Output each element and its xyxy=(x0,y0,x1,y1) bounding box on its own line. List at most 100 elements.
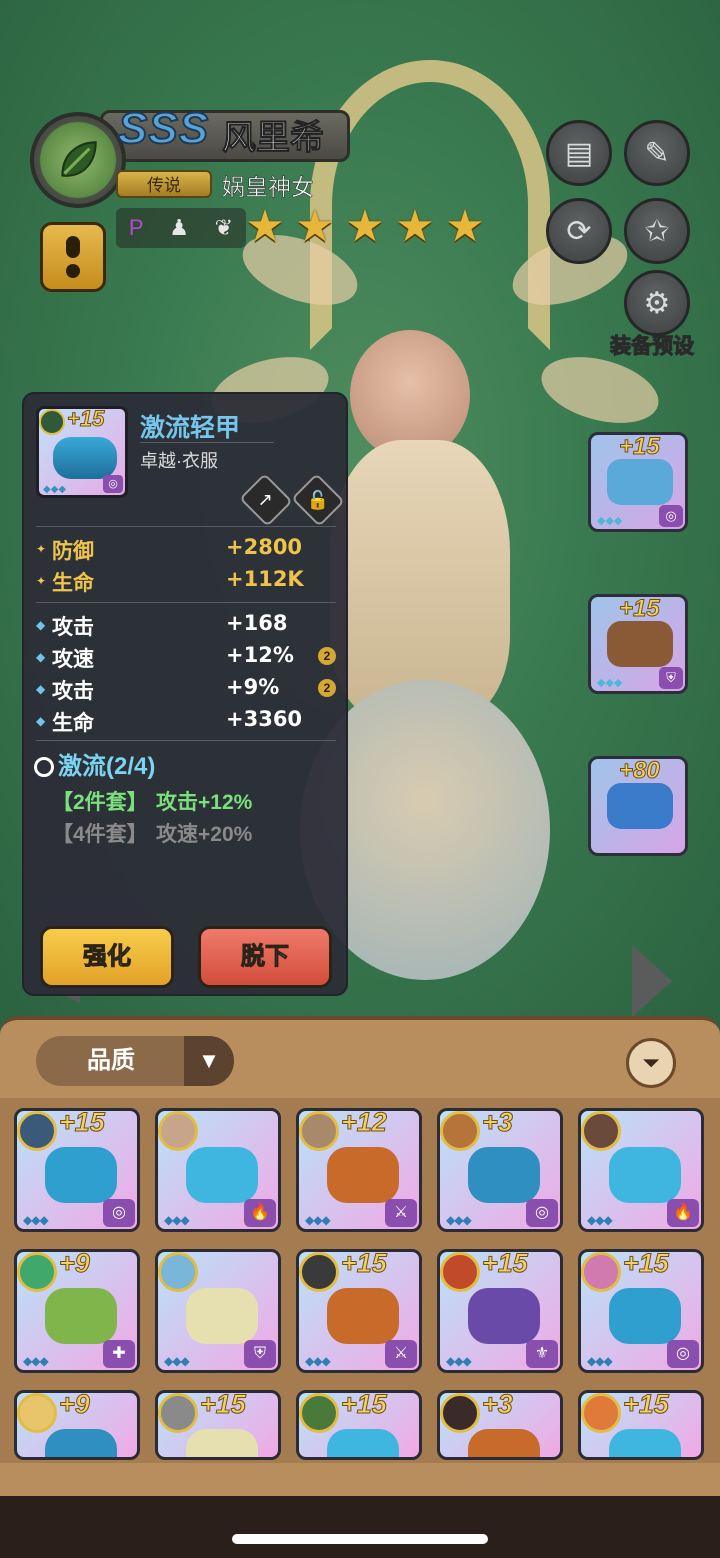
inventory-item[interactable]: +9 ◆◆◆ ✚ xyxy=(14,1249,140,1373)
armor-icon xyxy=(53,437,117,479)
set-icon: ◎ xyxy=(103,475,123,493)
inventory-item[interactable]: +15 xyxy=(155,1390,281,1460)
star-swap-button[interactable]: ✩ xyxy=(624,198,690,264)
slot-level: +15 xyxy=(619,595,661,623)
inventory-item[interactable]: ◆◆◆ ⛨ xyxy=(155,1249,281,1373)
upgrade-count-badge: 2 xyxy=(318,679,336,697)
equipped-slot-accessory[interactable]: +80 xyxy=(588,756,688,856)
share-button[interactable]: ↗ xyxy=(239,473,293,527)
set-icon: 🔥 xyxy=(244,1199,276,1227)
inventory-item[interactable]: +3 xyxy=(437,1390,563,1460)
item-thumbnail: +15 ◆◆◆ ◎ xyxy=(36,406,128,498)
inventory-item[interactable]: ◆◆◆ 🔥 xyxy=(578,1108,704,1232)
set-icon: ◎ xyxy=(659,505,683,527)
equipped-slot-helmet[interactable]: +15 ◆◆◆ ◎ xyxy=(588,432,688,532)
skin-swap-button[interactable]: ⟳ xyxy=(546,198,612,264)
owner-avatar xyxy=(581,1111,621,1151)
gloves-icon xyxy=(607,621,673,667)
equipment-art-icon xyxy=(45,1288,117,1344)
equipment-art-icon xyxy=(609,1147,681,1203)
book-button[interactable]: ▤ xyxy=(546,120,612,186)
inventory-grid: +15 ◆◆◆ ◎ ◆◆◆ 🔥 +12 ◆◆◆ ⚔ +3 ◆◆◆ ◎ ◆◆◆ 🔥 +9 ◆◆◆ ✚ ◆◆◆ ⛨ +1… xyxy=(0,1098,720,1463)
item-level: +15 xyxy=(623,1390,670,1420)
enhance-button[interactable]: 强化 xyxy=(40,926,174,988)
slot-level: +15 xyxy=(619,433,661,461)
star-rating: ★ ★ ★ ★ ★ xyxy=(244,202,486,251)
inventory-item[interactable]: +12 ◆◆◆ ⚔ xyxy=(296,1108,422,1232)
owner-avatar xyxy=(17,1393,57,1433)
hero-title: 娲皇神女 xyxy=(222,174,315,201)
item-level: +9 xyxy=(59,1249,91,1279)
equipment-art-icon xyxy=(327,1429,399,1457)
inventory-item[interactable]: +9 xyxy=(14,1390,140,1460)
sub-stat-row: ◆ 攻击 +168 xyxy=(36,611,288,639)
equipped-slot-gloves[interactable]: +15 ◆◆◆ ⛨ xyxy=(588,594,688,694)
upgrade-count-badge: 2 xyxy=(318,647,336,665)
set-icon: ⚔ xyxy=(385,1199,417,1227)
equipment-art-icon xyxy=(45,1429,117,1457)
equipment-art-icon xyxy=(327,1288,399,1344)
inventory-item[interactable]: ◆◆◆ 🔥 xyxy=(155,1108,281,1232)
sub-stat-row: ◆ 攻速 +12% 2 xyxy=(36,642,336,672)
equipment-art-icon xyxy=(186,1147,258,1203)
inventory-item[interactable]: +15 xyxy=(578,1390,704,1460)
item-level: +15 xyxy=(200,1390,247,1420)
hero-grade: SSS xyxy=(117,103,210,154)
filter-icon: ⏷ xyxy=(642,1050,660,1075)
equipment-art-icon xyxy=(45,1147,117,1203)
home-indicator[interactable] xyxy=(232,1534,488,1544)
owner-avatar xyxy=(158,1393,198,1433)
star-icon: ★ xyxy=(295,202,335,251)
element-icon: ❦ xyxy=(214,215,234,240)
role-icon: ♟ xyxy=(169,215,189,240)
equipment-preset-button[interactable]: ⚙ xyxy=(624,270,690,336)
scroll-button[interactable]: ✎ xyxy=(624,120,690,186)
next-arrow-icon[interactable] xyxy=(632,945,672,1017)
sort-label: 品质 xyxy=(87,1047,135,1074)
owner-avatar xyxy=(440,1393,480,1433)
set-bonus-4: 【4件套】 攻速+20% xyxy=(52,823,253,846)
info-button[interactable] xyxy=(40,222,106,292)
equipment-art-icon xyxy=(468,1429,540,1457)
item-level: +15 xyxy=(66,406,105,432)
sort-dropdown[interactable]: 品质 ▼ xyxy=(36,1036,234,1086)
chevron-down-icon: ▼ xyxy=(184,1036,234,1086)
owner-avatar xyxy=(299,1393,339,1433)
set-title: 激流(2/4) xyxy=(34,746,155,781)
hero-name: 风里希 xyxy=(222,119,325,158)
equipment-art-icon xyxy=(186,1429,258,1457)
item-level: +3 xyxy=(482,1108,514,1138)
bottom-bar xyxy=(0,1496,720,1558)
helmet-swap-icon: ⟳ xyxy=(566,214,592,248)
share-icon: ↗ xyxy=(258,489,274,510)
set-icon: ◎ xyxy=(526,1199,558,1227)
equipment-art-icon xyxy=(327,1147,399,1203)
equipment-preset-label: 装备预设 xyxy=(610,335,695,359)
equipment-art-icon xyxy=(468,1147,540,1203)
set-icon: ◎ xyxy=(667,1340,699,1368)
equipment-detail-panel: +15 ◆◆◆ ◎ 激流轻甲 卓越·衣服 ↗ 🔓 ✦ 防御 +2800 ✦ 生命… xyxy=(22,392,348,996)
star-icon: ★ xyxy=(245,202,285,251)
inventory-item[interactable]: +15 xyxy=(296,1390,422,1460)
inventory-item[interactable]: +15 ◆◆◆ ◎ xyxy=(578,1249,704,1373)
trait-bar: P ♟ ❦ xyxy=(116,208,246,248)
inventory-item[interactable]: +15 ◆◆◆ ⚔ xyxy=(296,1249,422,1373)
inventory-item[interactable]: +15 ◆◆◆ ◎ xyxy=(14,1108,140,1232)
inventory-item[interactable]: +3 ◆◆◆ ◎ xyxy=(437,1108,563,1232)
set-bonus-2: 【2件套】 攻击+12% xyxy=(52,791,253,814)
item-level: +15 xyxy=(341,1249,388,1279)
unequip-button[interactable]: 脱下 xyxy=(198,926,332,988)
owner-avatar xyxy=(158,1252,198,1292)
item-level: +15 xyxy=(623,1249,670,1279)
owner-avatar xyxy=(299,1111,339,1151)
item-level: +15 xyxy=(59,1108,106,1138)
filter-button[interactable]: ⏷ xyxy=(626,1038,676,1088)
inventory-panel: 品质 ▼ ⏷ +15 ◆◆◆ ◎ ◆◆◆ 🔥 +12 ◆◆◆ ⚔ +3 ◆◆◆ ◎ ◆◆◆ 🔥 +9 ◆◆◆… xyxy=(0,1016,720,1496)
lock-button[interactable]: 🔓 xyxy=(291,473,345,527)
star-icon: ★ xyxy=(445,202,485,251)
inventory-item[interactable]: +15 ◆◆◆ ⚜ xyxy=(437,1249,563,1373)
item-level: +3 xyxy=(482,1390,514,1420)
owner-avatar xyxy=(39,409,65,435)
star-icon: ★ xyxy=(345,202,385,251)
owner-avatar xyxy=(158,1111,198,1151)
